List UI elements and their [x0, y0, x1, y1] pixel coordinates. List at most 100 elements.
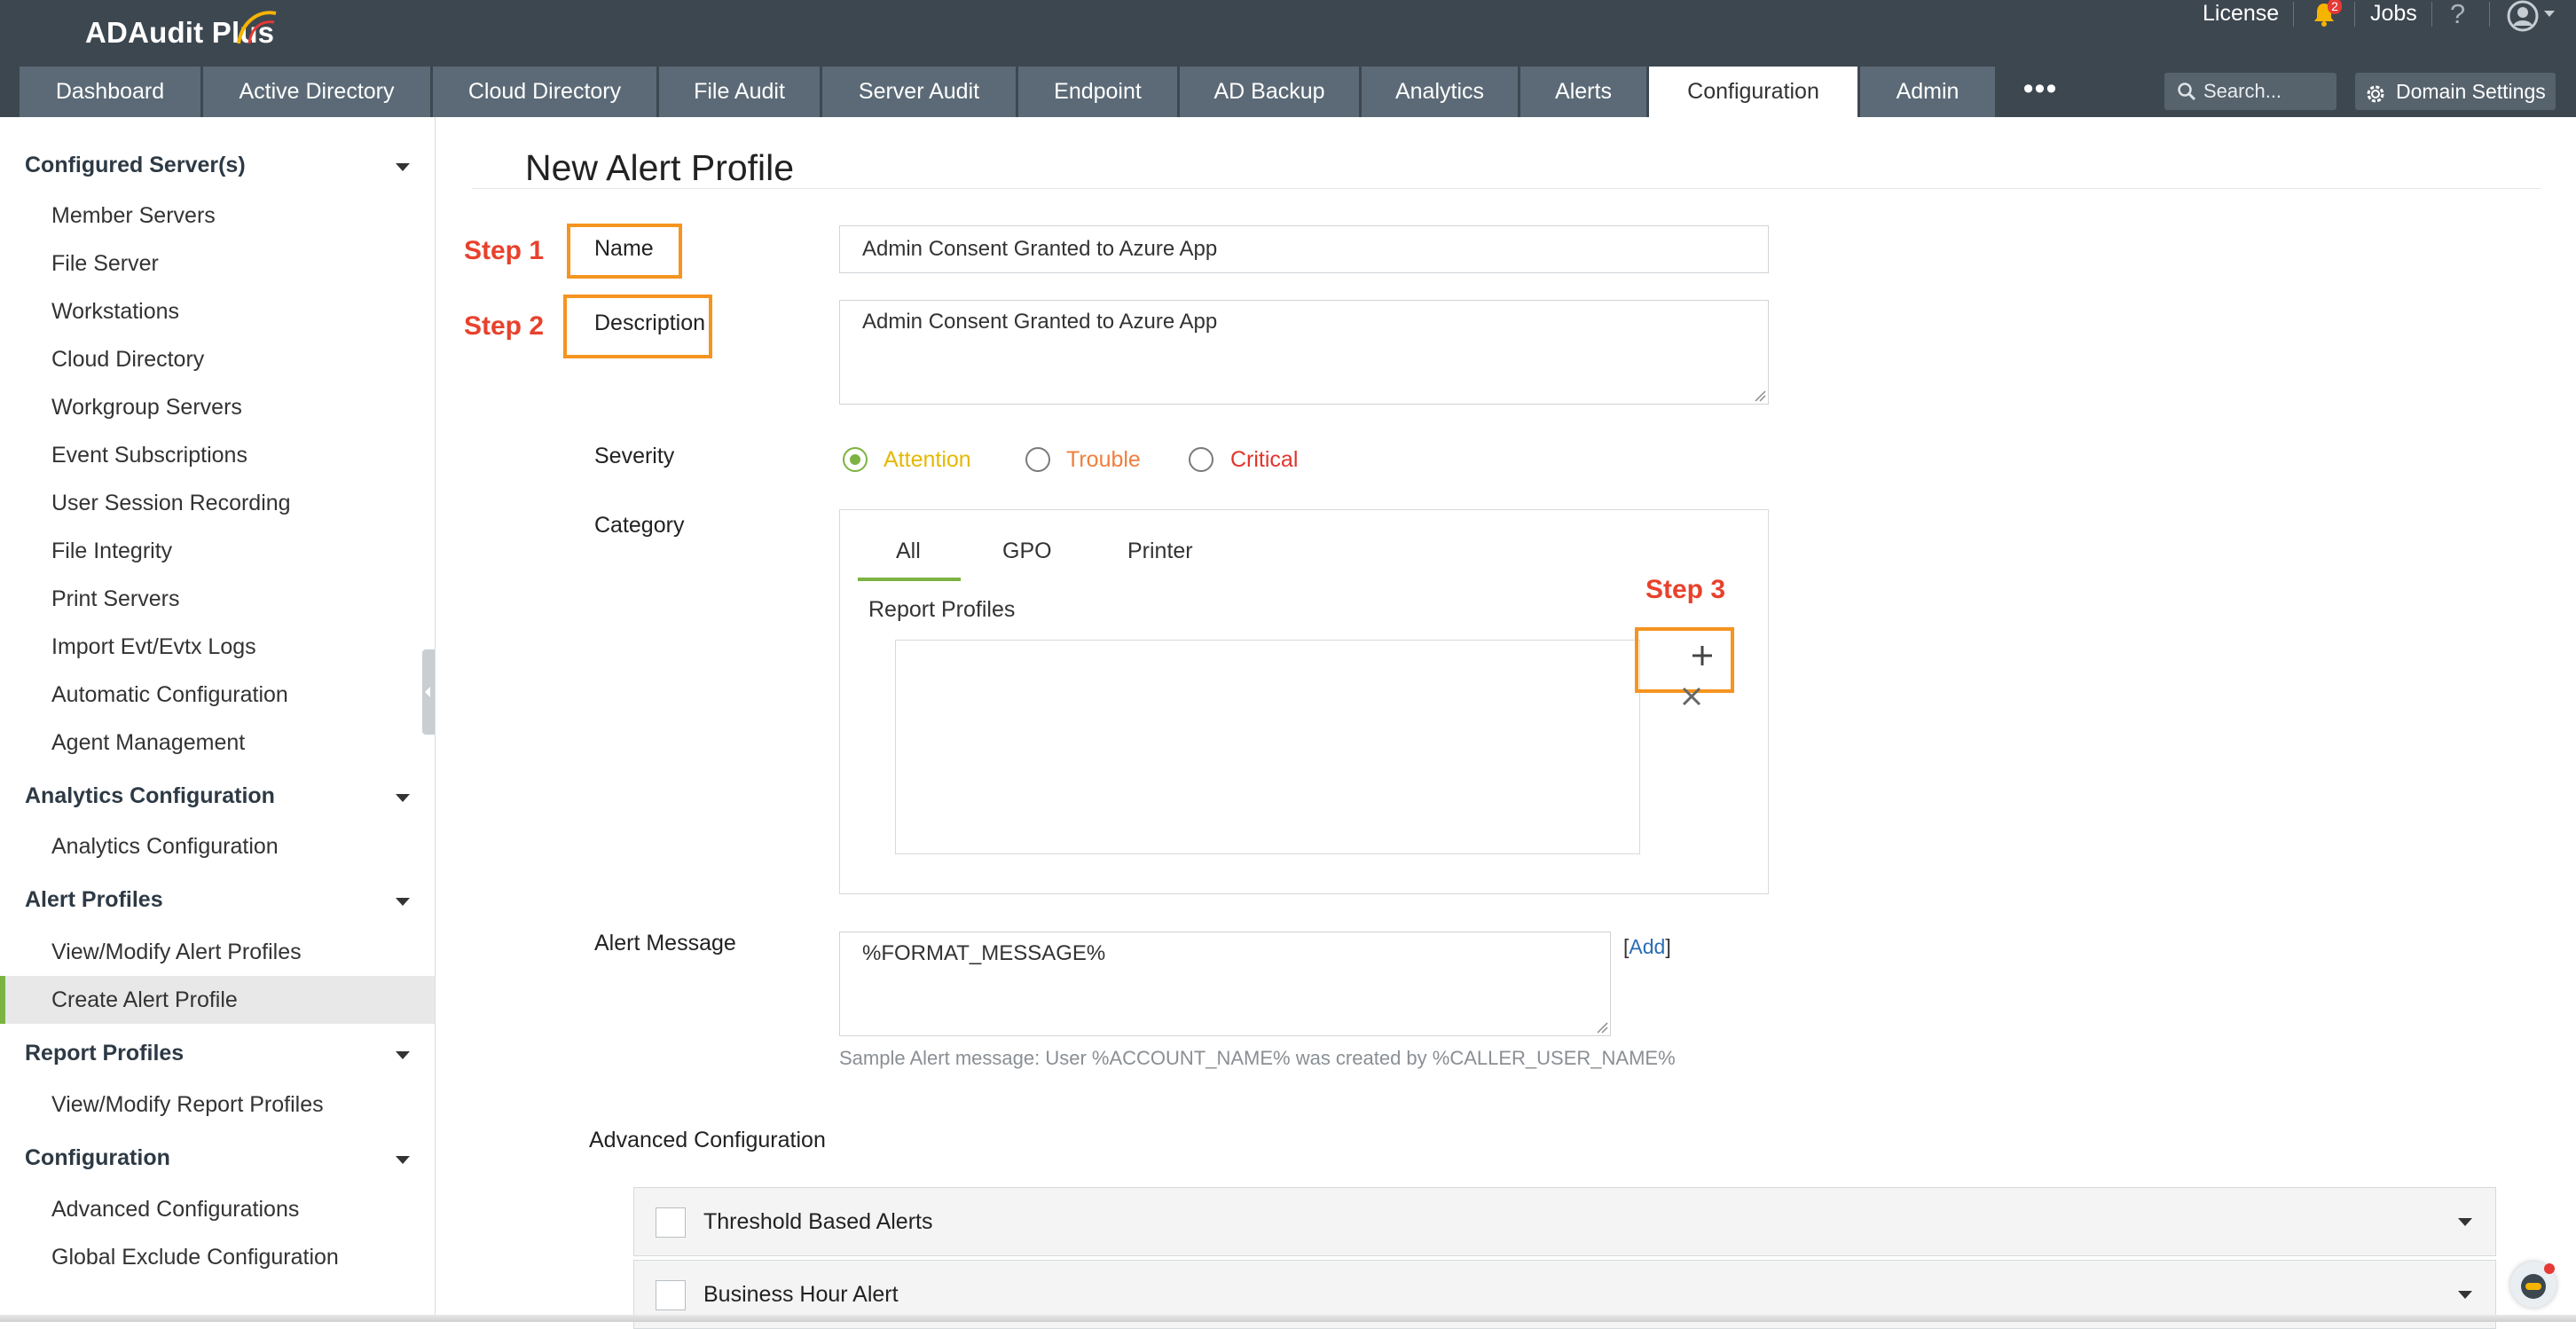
- sidebar-item-print-servers[interactable]: Print Servers: [51, 586, 179, 612]
- sidebar-item-file-server[interactable]: File Server: [51, 251, 159, 277]
- sidebar-item-view-modify-alert-profiles[interactable]: View/Modify Alert Profiles: [51, 940, 302, 965]
- add-link-text[interactable]: Add: [1629, 935, 1665, 958]
- active-item-indicator: [0, 976, 5, 1024]
- sidebar-section-analytics-configuration[interactable]: Analytics Configuration: [25, 783, 275, 809]
- notification-count-badge: 2: [2328, 0, 2342, 14]
- name-field-value: Admin Consent Granted to Azure App: [862, 237, 1218, 261]
- search-box[interactable]: Search...: [2164, 73, 2336, 110]
- sidebar-item-member-servers[interactable]: Member Servers: [51, 203, 216, 229]
- chat-notification-dot: [2544, 1263, 2555, 1274]
- sidebar-section-configured-servers[interactable]: Configured Server(s): [25, 153, 246, 178]
- step-3-annotation: Step 3: [1645, 575, 1726, 604]
- domain-settings-button[interactable]: Domain Settings: [2355, 73, 2556, 110]
- search-icon: [2178, 83, 2196, 101]
- tab-admin[interactable]: Admin: [1860, 67, 1995, 117]
- threshold-based-alerts-panel[interactable]: Threshold Based Alerts: [633, 1187, 2496, 1256]
- severity-critical-label[interactable]: Critical: [1230, 447, 1298, 473]
- license-link[interactable]: License: [2203, 0, 2279, 27]
- main-nav: Dashboard Active Directory Cloud Directo…: [0, 67, 2576, 117]
- tab-server-audit[interactable]: Server Audit: [822, 67, 1016, 117]
- category-label: Category: [594, 513, 685, 538]
- user-menu-chevron-down-icon[interactable]: [2544, 11, 2555, 17]
- help-icon[interactable]: ?: [2450, 0, 2465, 30]
- step-3-highlight-box: [1635, 627, 1734, 693]
- severity-attention-label[interactable]: Attention: [884, 447, 971, 473]
- tab-dashboard[interactable]: Dashboard: [20, 67, 200, 117]
- chevron-down-icon[interactable]: [396, 794, 410, 802]
- sidebar-item-workgroup-servers[interactable]: Workgroup Servers: [51, 395, 242, 421]
- severity-attention-radio[interactable]: [843, 447, 868, 472]
- chevron-down-icon[interactable]: [396, 1156, 410, 1164]
- add-macro-link[interactable]: [Add]: [1623, 935, 1671, 959]
- tab-endpoint[interactable]: Endpoint: [1018, 67, 1177, 117]
- tab-ad-backup[interactable]: AD Backup: [1180, 67, 1359, 117]
- more-tabs-icon[interactable]: •••: [2015, 67, 2065, 117]
- sidebar-item-import-evt-logs[interactable]: Import Evt/Evtx Logs: [51, 634, 256, 660]
- sidebar-section-report-profiles[interactable]: Report Profiles: [25, 1041, 184, 1066]
- page-bottom-edge: [0, 1315, 2576, 1322]
- sidebar-item-create-alert-profile[interactable]: Create Alert Profile: [51, 987, 238, 1013]
- category-tab-all[interactable]: All: [896, 539, 921, 564]
- sample-alert-message-hint: Sample Alert message: User %ACCOUNT_NAME…: [839, 1047, 1676, 1069]
- tab-file-audit[interactable]: File Audit: [659, 67, 820, 117]
- divider: [2431, 2, 2432, 27]
- description-label: Description: [594, 311, 706, 335]
- user-avatar-icon[interactable]: [2507, 0, 2539, 32]
- sidebar-item-cloud-directory[interactable]: Cloud Directory: [51, 347, 204, 373]
- sidebar-collapse-handle[interactable]: [422, 649, 435, 735]
- resize-handle-icon[interactable]: [1596, 1021, 1608, 1034]
- sidebar-item-global-exclude-configuration[interactable]: Global Exclude Configuration: [51, 1245, 339, 1270]
- report-profiles-label: Report Profiles: [868, 597, 1016, 622]
- sidebar-item-advanced-configurations[interactable]: Advanced Configurations: [51, 1197, 299, 1223]
- category-tab-printer[interactable]: Printer: [1127, 539, 1193, 564]
- tab-analytics[interactable]: Analytics: [1362, 67, 1518, 117]
- advanced-configuration-heading: Advanced Configuration: [589, 1128, 826, 1152]
- chevron-down-icon[interactable]: [396, 163, 410, 171]
- sidebar-item-workstations[interactable]: Workstations: [51, 299, 179, 325]
- divider: [2293, 2, 2294, 27]
- severity-trouble-label[interactable]: Trouble: [1066, 447, 1141, 473]
- alert-message-field[interactable]: %FORMAT_MESSAGE%: [839, 932, 1611, 1036]
- severity-critical-radio[interactable]: [1189, 447, 1213, 472]
- add-report-profile-plus-icon[interactable]: [1691, 644, 1714, 667]
- title-divider: [472, 188, 2541, 189]
- threshold-based-alerts-label[interactable]: Threshold Based Alerts: [703, 1209, 932, 1235]
- sidebar-item-automatic-configuration[interactable]: Automatic Configuration: [51, 682, 288, 708]
- step-2-annotation: Step 2: [464, 311, 545, 341]
- severity-trouble-radio[interactable]: [1025, 447, 1050, 472]
- search-placeholder: Search...: [2203, 80, 2282, 102]
- logo-arc-icon: [237, 11, 277, 44]
- tab-cloud-directory[interactable]: Cloud Directory: [433, 67, 656, 117]
- sidebar-item-event-subscriptions[interactable]: Event Subscriptions: [51, 443, 247, 468]
- chevron-down-icon[interactable]: [2458, 1218, 2472, 1226]
- sidebar-section-alert-profiles[interactable]: Alert Profiles: [25, 887, 163, 913]
- divider: [2354, 2, 2355, 27]
- divider: [2489, 2, 2490, 27]
- category-tab-gpo[interactable]: GPO: [1002, 539, 1052, 564]
- report-profiles-list[interactable]: [895, 640, 1640, 854]
- sidebar-item-analytics-configuration[interactable]: Analytics Configuration: [51, 834, 279, 860]
- description-field[interactable]: Admin Consent Granted to Azure App: [839, 300, 1769, 405]
- remove-report-profile-close-icon[interactable]: [1680, 685, 1703, 708]
- sidebar-section-configuration[interactable]: Configuration: [25, 1145, 170, 1171]
- chevron-down-icon[interactable]: [396, 1051, 410, 1059]
- sidebar-item-view-modify-report-profiles[interactable]: View/Modify Report Profiles: [51, 1092, 324, 1118]
- tab-active-directory[interactable]: Active Directory: [203, 67, 430, 117]
- description-field-value: Admin Consent Granted to Azure App: [862, 310, 1218, 334]
- tab-alerts[interactable]: Alerts: [1520, 67, 1646, 117]
- threshold-based-alerts-checkbox[interactable]: [656, 1207, 686, 1238]
- alert-message-label: Alert Message: [594, 931, 736, 955]
- name-field[interactable]: Admin Consent Granted to Azure App: [839, 225, 1769, 273]
- sidebar-item-agent-management[interactable]: Agent Management: [51, 730, 245, 756]
- sidebar-item-file-integrity[interactable]: File Integrity: [51, 539, 172, 564]
- tab-configuration[interactable]: Configuration: [1649, 67, 1857, 117]
- chevron-down-icon[interactable]: [2458, 1291, 2472, 1299]
- business-hour-alert-label[interactable]: Business Hour Alert: [703, 1282, 899, 1308]
- resize-handle-icon[interactable]: [1754, 389, 1766, 402]
- category-panel: All GPO Printer Report Profiles: [839, 509, 1769, 894]
- sidebar-item-user-session-recording[interactable]: User Session Recording: [51, 491, 291, 516]
- jobs-link[interactable]: Jobs: [2370, 0, 2417, 27]
- name-label: Name: [594, 236, 654, 261]
- business-hour-alert-checkbox[interactable]: [656, 1280, 686, 1310]
- chevron-down-icon[interactable]: [396, 898, 410, 906]
